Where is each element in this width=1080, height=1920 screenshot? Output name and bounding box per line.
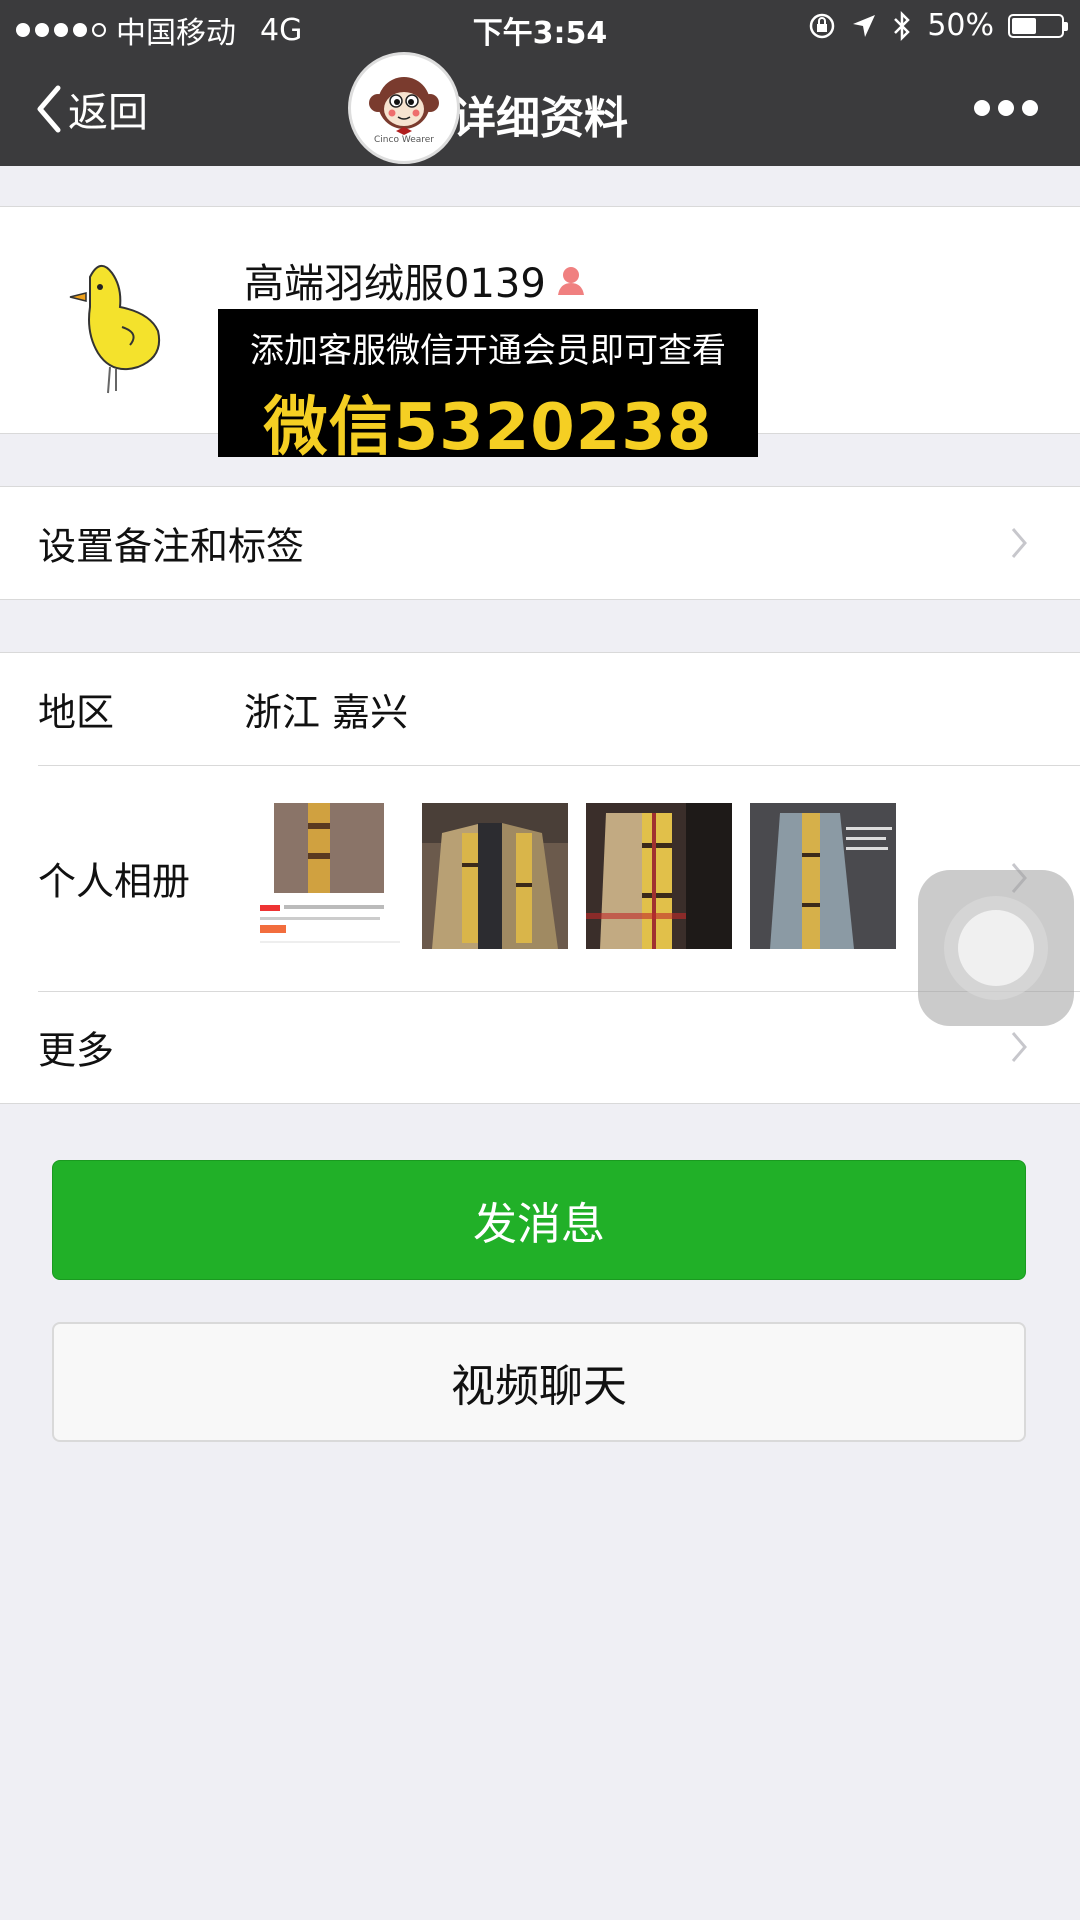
monkey-face-icon (369, 77, 439, 135)
more-cell[interactable]: 更多 (0, 991, 1080, 1103)
logo-caption: Cinco Wearer (374, 135, 434, 145)
send-message-button[interactable]: 发消息 (52, 1160, 1026, 1280)
battery-icon (1008, 13, 1068, 38)
avatar[interactable] (60, 257, 190, 397)
album-thumbnail (750, 803, 896, 949)
battery-percent: 50% (927, 8, 994, 43)
nav-bar: 返回 详细资料 (0, 56, 1080, 166)
top-bar: 中国移动 4G 下午3:54 50% 返回 详细资料 Cinco Wearer (0, 0, 1080, 166)
album-thumbnail (422, 803, 568, 949)
remark-group: 设置备注和标签 (0, 486, 1080, 600)
bluetooth-icon (894, 10, 911, 41)
remark-label: 设置备注和标签 (38, 524, 305, 569)
page-title: 详细资料 (452, 93, 628, 144)
video-chat-button[interactable]: 视频聊天 (52, 1322, 1026, 1442)
album-thumbnail (586, 803, 732, 949)
assistive-touch-button[interactable] (918, 870, 1074, 1026)
region-label: 地区 (38, 690, 115, 735)
more-label: 更多 (38, 1028, 115, 1073)
female-user-icon (557, 267, 584, 295)
status-bar: 中国移动 4G 下午3:54 50% (0, 0, 1080, 56)
monkey-logo-icon: Cinco Wearer (348, 52, 460, 164)
promo-banner-line1: 添加客服微信开通会员即可查看 (250, 331, 726, 371)
profile-card[interactable]: 高端羽绒服0139 添加客服微信开通会员即可查看 微信5320238 (0, 206, 1080, 465)
region-value: 浙江 嘉兴 (244, 690, 409, 735)
chevron-right-icon (1011, 528, 1027, 558)
info-group: 地区 浙江 嘉兴 个人相册 更多 (0, 652, 1080, 1104)
remark-cell[interactable]: 设置备注和标签 (0, 487, 1080, 599)
profile-name-text: 高端羽绒服0139 (244, 261, 546, 307)
album-thumbnails (258, 803, 896, 949)
album-label: 个人相册 (38, 859, 191, 904)
album-thumbnail (258, 803, 404, 949)
yellow-bird-avatar-icon (69, 265, 160, 394)
profile-name: 高端羽绒服0139 (244, 251, 588, 309)
rotation-lock-icon (810, 13, 835, 38)
region-cell: 地区 浙江 嘉兴 (0, 653, 1080, 765)
location-arrow-icon (853, 14, 876, 37)
promo-banner: 添加客服微信开通会员即可查看 微信5320238 (218, 309, 758, 465)
status-right: 50% (807, 8, 1068, 43)
chevron-right-icon (1011, 1032, 1027, 1062)
more-options-button[interactable] (974, 100, 1038, 116)
promo-banner-line2: 微信5320238 (263, 391, 713, 465)
